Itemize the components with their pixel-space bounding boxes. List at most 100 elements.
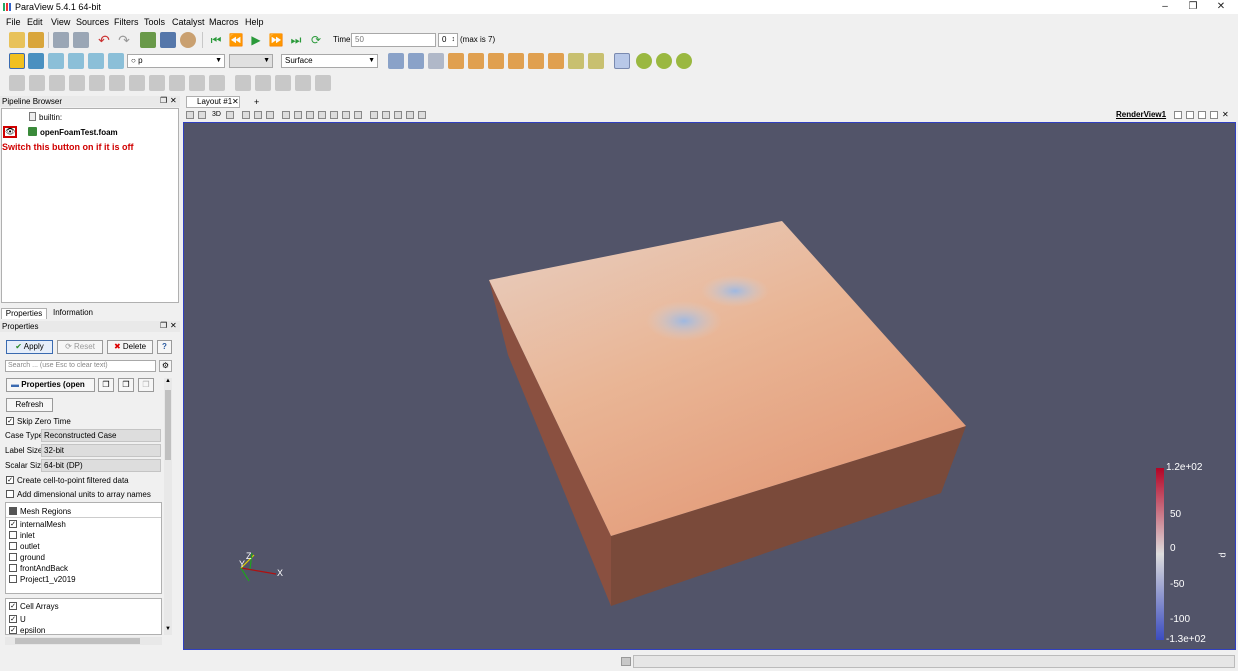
- cell-arrays-master-checkbox[interactable]: ✓: [9, 602, 17, 610]
- select-icon[interactable]: [306, 111, 314, 119]
- mesh-regions-master-checkbox[interactable]: [9, 507, 17, 515]
- split-vertical-icon[interactable]: [1186, 111, 1194, 119]
- add-layout-icon[interactable]: +: [254, 97, 259, 107]
- scrollbar-thumb[interactable]: [165, 390, 171, 460]
- chevron-down-icon[interactable]: ▼: [164, 626, 172, 632]
- mesh-region-checkbox[interactable]: [9, 531, 17, 539]
- close-icon[interactable]: ✕: [1222, 110, 1229, 119]
- select-icon[interactable]: [382, 111, 390, 119]
- select-icon[interactable]: [418, 111, 426, 119]
- visibility-eye-icon[interactable]: 👁: [3, 126, 17, 138]
- tab-information[interactable]: Information: [48, 308, 98, 319]
- mesh-region-checkbox[interactable]: ✓: [9, 520, 17, 528]
- rescale-data-icon[interactable]: [48, 53, 64, 69]
- menu-tools[interactable]: Tools: [144, 17, 165, 27]
- restore-icon[interactable]: ❐: [1180, 0, 1206, 14]
- case-type-select[interactable]: Reconstructed Case: [41, 429, 161, 442]
- view-tool-icon[interactable]: [186, 111, 194, 119]
- play-icon[interactable]: ▶: [248, 32, 264, 48]
- undo-icon[interactable]: ↶: [96, 32, 112, 48]
- rescale-visible-icon[interactable]: [108, 53, 124, 69]
- close-icon[interactable]: ✕: [170, 321, 177, 330]
- first-frame-icon[interactable]: ⏮: [208, 32, 224, 48]
- menu-macros[interactable]: Macros: [209, 17, 239, 27]
- view-minus-x-icon[interactable]: [468, 53, 484, 69]
- dimensional-units-checkbox[interactable]: [6, 490, 14, 498]
- connect-icon[interactable]: [140, 32, 156, 48]
- paste-icon[interactable]: ❐: [118, 378, 134, 392]
- timestep-spinbox[interactable]: 0 ↕: [438, 33, 458, 47]
- select-icon[interactable]: [394, 111, 402, 119]
- cell-array-checkbox[interactable]: ✓: [9, 615, 17, 623]
- mesh-region-checkbox[interactable]: [9, 564, 17, 572]
- select-icon[interactable]: [342, 111, 350, 119]
- rescale-custom-icon[interactable]: [68, 53, 84, 69]
- select-icon[interactable]: [406, 111, 414, 119]
- pipeline-source[interactable]: openFoamTest.foam: [40, 128, 118, 137]
- close-icon[interactable]: ✕: [170, 96, 177, 105]
- view-minus-z-icon[interactable]: [548, 53, 564, 69]
- view-tool-icon[interactable]: [198, 111, 206, 119]
- center-axes-icon[interactable]: [614, 53, 630, 69]
- view-minus-y-icon[interactable]: [508, 53, 524, 69]
- selection-icon[interactable]: [235, 75, 251, 91]
- extract-level-icon[interactable]: [209, 75, 225, 91]
- menu-filters[interactable]: Filters: [114, 17, 139, 27]
- mesh-region-checkbox[interactable]: [9, 542, 17, 550]
- mesh-region-checkbox[interactable]: [9, 553, 17, 561]
- restore-defaults-icon[interactable]: ❐: [138, 378, 154, 392]
- reset-center-icon[interactable]: [656, 53, 672, 69]
- select-icon[interactable]: [254, 111, 262, 119]
- mesh-region-checkbox[interactable]: [9, 575, 17, 583]
- select-icon[interactable]: [266, 111, 274, 119]
- close-icon[interactable]: ✕: [232, 97, 239, 106]
- rotate-plus-90-icon[interactable]: [568, 53, 584, 69]
- minimize-icon[interactable]: –: [1152, 0, 1178, 14]
- clip-icon[interactable]: [49, 75, 65, 91]
- component-select[interactable]: ▼: [229, 54, 273, 68]
- threshold-icon[interactable]: [89, 75, 105, 91]
- tab-properties[interactable]: Properties: [1, 308, 47, 319]
- skip-zero-time-checkbox[interactable]: ✓: [6, 417, 14, 425]
- float-icon[interactable]: ❐: [160, 321, 167, 330]
- properties-section-toggle[interactable]: ▬ Properties (open: [6, 378, 95, 392]
- zoom-to-data-icon[interactable]: [408, 53, 424, 69]
- palette-icon[interactable]: [180, 32, 196, 48]
- close-icon[interactable]: ✕: [1208, 0, 1234, 14]
- chevron-up-icon[interactable]: ▲: [164, 378, 172, 384]
- plot-over-line-icon[interactable]: [275, 75, 291, 91]
- edit-colormap-icon[interactable]: [28, 53, 44, 69]
- maximize-icon[interactable]: [1198, 111, 1206, 119]
- loop-icon[interactable]: ⟳: [308, 32, 324, 48]
- pipeline-root[interactable]: builtin:: [39, 113, 62, 122]
- view-plus-y-icon[interactable]: [488, 53, 504, 69]
- reset-button[interactable]: ⟳ Reset: [57, 340, 103, 354]
- stream-tracer-icon[interactable]: [149, 75, 165, 91]
- menu-catalyst[interactable]: Catalyst: [172, 17, 205, 27]
- calculator-icon[interactable]: [9, 75, 25, 91]
- pick-center-icon[interactable]: [636, 53, 652, 69]
- color-array-select[interactable]: ○ p ▼: [127, 54, 225, 68]
- extract-subset-icon[interactable]: [109, 75, 125, 91]
- open-recent-icon[interactable]: [28, 32, 44, 48]
- rescale-time-icon[interactable]: [88, 53, 104, 69]
- render-view-name[interactable]: RenderView1: [1116, 110, 1166, 119]
- refresh-button[interactable]: Refresh: [6, 398, 53, 412]
- label-size-select[interactable]: 32-bit: [41, 444, 161, 457]
- previous-frame-icon[interactable]: ⏪: [228, 32, 244, 48]
- menu-file[interactable]: File: [6, 17, 21, 27]
- delete-button[interactable]: ✖ Delete: [107, 340, 153, 354]
- last-frame-icon[interactable]: ⏭: [288, 32, 304, 48]
- reset-camera-icon[interactable]: [388, 53, 404, 69]
- menu-sources[interactable]: Sources: [76, 17, 109, 27]
- select-icon[interactable]: [318, 111, 326, 119]
- horizontal-scrollbar[interactable]: [5, 637, 162, 645]
- glyph-icon[interactable]: [129, 75, 145, 91]
- probe-icon[interactable]: [255, 75, 271, 91]
- apply-button[interactable]: ✔ Apply: [6, 340, 53, 354]
- menu-view[interactable]: View: [51, 17, 70, 27]
- next-frame-icon[interactable]: ⏩: [268, 32, 284, 48]
- select-icon[interactable]: [242, 111, 250, 119]
- select-icon[interactable]: [294, 111, 302, 119]
- particle-icon[interactable]: [315, 75, 331, 91]
